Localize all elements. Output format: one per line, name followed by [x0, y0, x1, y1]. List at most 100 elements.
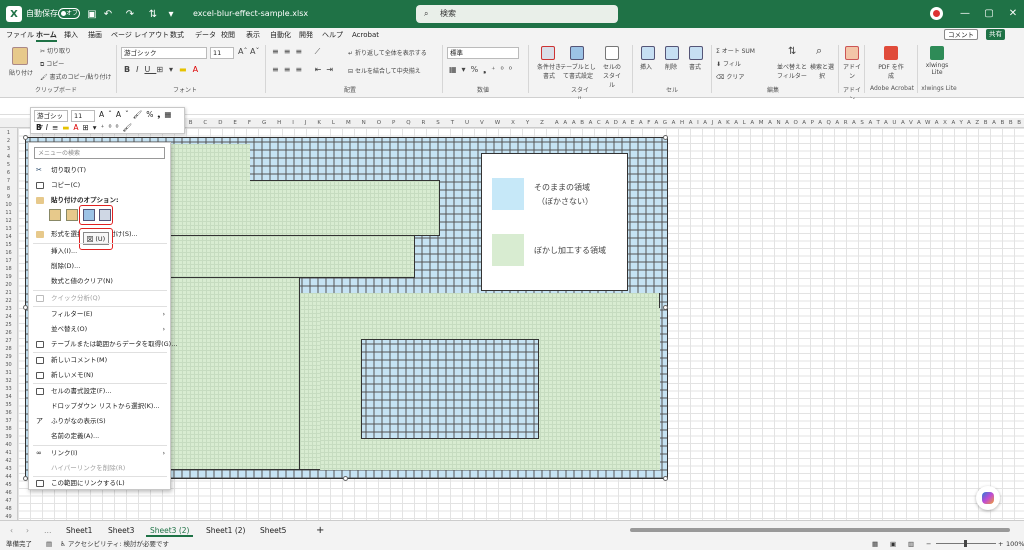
row-number[interactable]: 12	[0, 217, 17, 225]
row-number[interactable]: 20	[0, 281, 17, 289]
mini-size-combo[interactable]: 11	[71, 110, 95, 122]
tab-file[interactable]: ファイル	[6, 28, 34, 42]
cell-style-icon[interactable]	[605, 46, 619, 60]
row-number[interactable]: 14	[0, 233, 17, 241]
copy-button[interactable]: ⧉ コピー	[40, 59, 64, 69]
table-format-icon[interactable]	[570, 46, 584, 60]
resize-handle[interactable]	[663, 305, 668, 310]
zoom-level[interactable]: 100%	[1006, 538, 1024, 550]
row-number[interactable]: 47	[0, 497, 17, 505]
tab-scroll-right-icon[interactable]: ›	[22, 524, 33, 537]
row-number[interactable]: 11	[0, 209, 17, 217]
horizontal-scrollbar[interactable]	[630, 528, 1010, 532]
sort-filter-button[interactable]: 並べ替えとフィルター	[775, 62, 809, 80]
sheet-tab-sheet1-2[interactable]: Sheet1 (2)	[202, 524, 249, 537]
row-number[interactable]: 44	[0, 473, 17, 481]
menu-get-data[interactable]: テーブルまたは範囲からデータを取得(G)...	[29, 339, 177, 350]
addin-icon[interactable]	[845, 46, 859, 60]
row-number[interactable]: 13	[0, 225, 17, 233]
row-number[interactable]: 48	[0, 505, 17, 513]
row-number[interactable]: 30	[0, 361, 17, 369]
tab-view[interactable]: 表示	[246, 28, 260, 42]
mini-font-combo[interactable]: 游ゴシック	[34, 110, 68, 131]
format-as-table-button[interactable]: テーブルとして書式設定	[560, 62, 596, 80]
share-button[interactable]: 共有	[986, 29, 1005, 40]
row-number[interactable]: 21	[0, 289, 17, 297]
row-number[interactable]: 17	[0, 257, 17, 265]
xlwings-button[interactable]: xlwings Lite	[925, 62, 949, 76]
row-number[interactable]: 31	[0, 369, 17, 377]
align-left-icons[interactable]: ≡≡≡ ⇤⇥	[272, 65, 338, 74]
menu-filter[interactable]: フィルター(E) ›	[29, 309, 170, 320]
menu-dropdown[interactable]: ドロップダウン リストから選択(K)...	[29, 401, 170, 412]
create-pdf-button[interactable]: PDF を作成	[877, 62, 905, 80]
cut-button[interactable]: ✂ 切り取り	[40, 46, 71, 55]
format-cells-icon[interactable]	[689, 46, 703, 60]
align-top-icons[interactable]: ≡≡≡ ⟋	[272, 47, 325, 57]
number-format-icons[interactable]: ▦▾%❟⁺⁰⁰	[449, 65, 517, 75]
row-number[interactable]: 32	[0, 377, 17, 385]
normal-view-icon[interactable]: ▦	[872, 538, 878, 550]
undo-icon[interactable]: ↶	[100, 6, 116, 22]
menu-delete[interactable]: 削除(D)...	[29, 261, 170, 272]
row-number[interactable]: 10	[0, 201, 17, 209]
row-number[interactable]: 2	[0, 137, 17, 145]
search-box[interactable]: ⌕ 検索	[416, 5, 618, 23]
accessibility-status[interactable]: ♿ アクセシビリティ: 検討が必要です	[60, 538, 169, 550]
row-number[interactable]: 23	[0, 305, 17, 313]
paste-picture-icon[interactable]	[83, 209, 95, 221]
tab-insert[interactable]: 挿入	[64, 28, 78, 42]
tab-page-layout[interactable]: ページ レイアウト	[111, 28, 169, 42]
pdf-icon[interactable]	[884, 46, 898, 60]
row-number[interactable]: 40	[0, 441, 17, 449]
find-icon[interactable]: ⌕	[816, 44, 822, 58]
find-select-button[interactable]: 検索と選択	[810, 62, 834, 80]
menu-clear[interactable]: 数式と値のクリア(N)	[29, 276, 170, 287]
sort-filter-icon[interactable]: ⇅	[788, 46, 796, 57]
qat-more-icon[interactable]: ▾	[163, 6, 179, 22]
macro-icon[interactable]: ▤	[46, 538, 52, 550]
add-sheet-icon[interactable]: +	[312, 524, 328, 537]
menu-new-note[interactable]: 新しいメモ(N)	[29, 370, 170, 381]
tab-home[interactable]: ホーム	[36, 28, 57, 42]
page-layout-icon[interactable]: ▣	[890, 538, 896, 550]
row-number[interactable]: 15	[0, 241, 17, 249]
resize-handle[interactable]	[343, 476, 348, 481]
menu-copy[interactable]: コピー(C)	[29, 180, 170, 191]
addin-button[interactable]: アドイン	[843, 62, 861, 80]
number-format-combo[interactable]: 標準	[447, 47, 519, 59]
sheet-tab-sheet3[interactable]: Sheet3	[104, 524, 138, 537]
menu-cut[interactable]: ✂ 切り取り(T)	[29, 165, 170, 176]
wrap-text-button[interactable]: ↵ 折り返して全体を表示する	[348, 48, 427, 57]
mini-top-icons[interactable]: AˆAˇ🖌%❟▦	[99, 110, 175, 120]
row-number[interactable]: 36	[0, 409, 17, 417]
font-name-combo[interactable]: 游ゴシック	[121, 47, 207, 59]
autosum-button[interactable]: Σ オート SUM	[716, 46, 755, 55]
tab-developer[interactable]: 開発	[299, 28, 313, 42]
paste-option-4-icon[interactable]	[99, 209, 111, 221]
sheet-tab-sheet5[interactable]: Sheet5	[256, 524, 290, 537]
menu-sort[interactable]: 並べ替え(O) ›	[29, 324, 170, 335]
row-number[interactable]: 1	[0, 129, 17, 137]
row-number[interactable]: 29	[0, 353, 17, 361]
menu-define-name[interactable]: 名前の定義(A)...	[29, 431, 170, 442]
menu-new-comment[interactable]: 新しいコメント(M)	[29, 355, 170, 366]
row-number[interactable]: 8	[0, 185, 17, 193]
save-icon[interactable]: ▣	[84, 6, 100, 22]
delete-cells-button[interactable]: 削除	[665, 62, 677, 71]
mini-bottom-icons[interactable]: BI≡▬A⊞▾⁺⁰⁰🖌	[36, 123, 136, 132]
conditional-format-icon[interactable]	[541, 46, 555, 60]
cell-styles-button[interactable]: セルのスタイル	[601, 62, 623, 89]
sheet-tab-sheet3-2[interactable]: Sheet3 (2)	[146, 524, 194, 537]
conditional-format-button[interactable]: 条件付き書式	[536, 62, 562, 80]
menu-insert[interactable]: 挿入(I)...	[29, 246, 170, 257]
row-number[interactable]: 18	[0, 265, 17, 273]
zoom-in-icon[interactable]: +	[998, 538, 1003, 550]
row-number[interactable]: 3	[0, 145, 17, 153]
row-number[interactable]: 27	[0, 337, 17, 345]
clear-button[interactable]: ⌫ クリア	[716, 72, 744, 81]
delete-cells-icon[interactable]	[665, 46, 679, 60]
paste-button[interactable]: 貼り付け	[9, 68, 33, 77]
row-number[interactable]: 28	[0, 345, 17, 353]
insert-cells-icon[interactable]	[641, 46, 655, 60]
